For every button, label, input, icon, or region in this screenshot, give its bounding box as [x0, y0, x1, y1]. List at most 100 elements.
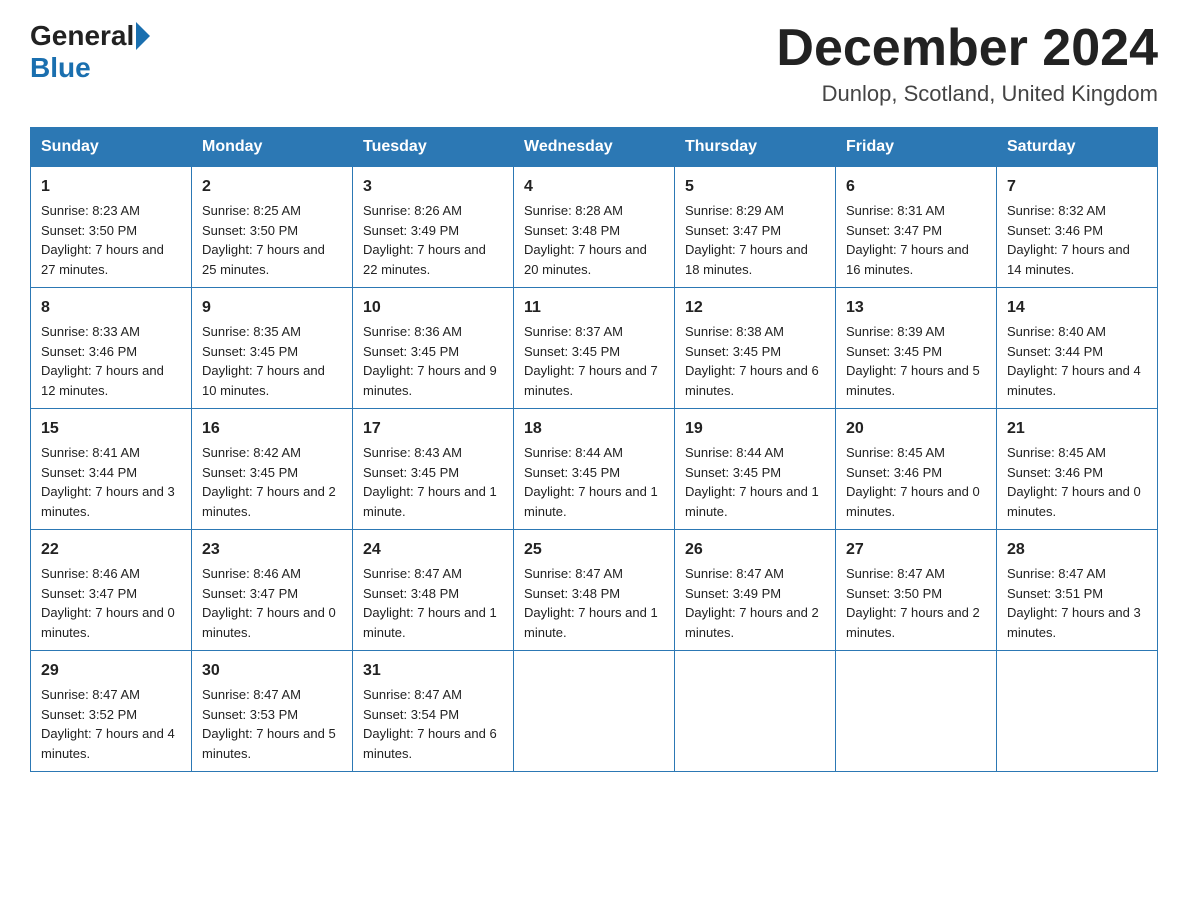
- day-info: Sunrise: 8:47 AMSunset: 3:48 PMDaylight:…: [363, 564, 503, 642]
- calendar-cell: 16Sunrise: 8:42 AMSunset: 3:45 PMDayligh…: [192, 409, 353, 530]
- day-info: Sunrise: 8:32 AMSunset: 3:46 PMDaylight:…: [1007, 201, 1147, 279]
- calendar-cell: 10Sunrise: 8:36 AMSunset: 3:45 PMDayligh…: [353, 288, 514, 409]
- calendar-cell: 24Sunrise: 8:47 AMSunset: 3:48 PMDayligh…: [353, 530, 514, 651]
- col-header-wednesday: Wednesday: [514, 128, 675, 167]
- calendar-cell: 5Sunrise: 8:29 AMSunset: 3:47 PMDaylight…: [675, 167, 836, 288]
- col-header-tuesday: Tuesday: [353, 128, 514, 167]
- day-number: 16: [202, 417, 342, 441]
- calendar-cell: 30Sunrise: 8:47 AMSunset: 3:53 PMDayligh…: [192, 651, 353, 772]
- day-info: Sunrise: 8:31 AMSunset: 3:47 PMDaylight:…: [846, 201, 986, 279]
- calendar-cell: 26Sunrise: 8:47 AMSunset: 3:49 PMDayligh…: [675, 530, 836, 651]
- calendar-cell: [514, 651, 675, 772]
- title-area: December 2024 Dunlop, Scotland, United K…: [776, 20, 1158, 107]
- calendar-header-row: SundayMondayTuesdayWednesdayThursdayFrid…: [31, 128, 1158, 167]
- day-info: Sunrise: 8:36 AMSunset: 3:45 PMDaylight:…: [363, 322, 503, 400]
- day-number: 1: [41, 175, 181, 199]
- calendar-cell: 12Sunrise: 8:38 AMSunset: 3:45 PMDayligh…: [675, 288, 836, 409]
- calendar-cell: 25Sunrise: 8:47 AMSunset: 3:48 PMDayligh…: [514, 530, 675, 651]
- day-info: Sunrise: 8:44 AMSunset: 3:45 PMDaylight:…: [524, 443, 664, 521]
- calendar-cell: 4Sunrise: 8:28 AMSunset: 3:48 PMDaylight…: [514, 167, 675, 288]
- day-number: 21: [1007, 417, 1147, 441]
- day-number: 17: [363, 417, 503, 441]
- calendar-cell: 22Sunrise: 8:46 AMSunset: 3:47 PMDayligh…: [31, 530, 192, 651]
- day-number: 12: [685, 296, 825, 320]
- calendar-cell: 11Sunrise: 8:37 AMSunset: 3:45 PMDayligh…: [514, 288, 675, 409]
- calendar-cell: 6Sunrise: 8:31 AMSunset: 3:47 PMDaylight…: [836, 167, 997, 288]
- week-row-4: 22Sunrise: 8:46 AMSunset: 3:47 PMDayligh…: [31, 530, 1158, 651]
- day-number: 8: [41, 296, 181, 320]
- calendar-cell: 23Sunrise: 8:46 AMSunset: 3:47 PMDayligh…: [192, 530, 353, 651]
- col-header-monday: Monday: [192, 128, 353, 167]
- day-number: 26: [685, 538, 825, 562]
- calendar-cell: [997, 651, 1158, 772]
- col-header-saturday: Saturday: [997, 128, 1158, 167]
- day-number: 31: [363, 659, 503, 683]
- day-info: Sunrise: 8:23 AMSunset: 3:50 PMDaylight:…: [41, 201, 181, 279]
- day-number: 23: [202, 538, 342, 562]
- calendar-cell: 8Sunrise: 8:33 AMSunset: 3:46 PMDaylight…: [31, 288, 192, 409]
- day-number: 15: [41, 417, 181, 441]
- day-number: 27: [846, 538, 986, 562]
- day-number: 11: [524, 296, 664, 320]
- day-info: Sunrise: 8:46 AMSunset: 3:47 PMDaylight:…: [41, 564, 181, 642]
- day-info: Sunrise: 8:38 AMSunset: 3:45 PMDaylight:…: [685, 322, 825, 400]
- logo-arrow-icon: [136, 22, 150, 50]
- day-info: Sunrise: 8:43 AMSunset: 3:45 PMDaylight:…: [363, 443, 503, 521]
- day-number: 24: [363, 538, 503, 562]
- day-info: Sunrise: 8:26 AMSunset: 3:49 PMDaylight:…: [363, 201, 503, 279]
- day-number: 3: [363, 175, 503, 199]
- day-number: 25: [524, 538, 664, 562]
- page-header: General Blue December 2024 Dunlop, Scotl…: [30, 20, 1158, 107]
- day-number: 30: [202, 659, 342, 683]
- day-info: Sunrise: 8:47 AMSunset: 3:50 PMDaylight:…: [846, 564, 986, 642]
- week-row-2: 8Sunrise: 8:33 AMSunset: 3:46 PMDaylight…: [31, 288, 1158, 409]
- day-number: 29: [41, 659, 181, 683]
- day-number: 6: [846, 175, 986, 199]
- day-number: 13: [846, 296, 986, 320]
- calendar-table: SundayMondayTuesdayWednesdayThursdayFrid…: [30, 127, 1158, 772]
- calendar-cell: 3Sunrise: 8:26 AMSunset: 3:49 PMDaylight…: [353, 167, 514, 288]
- day-number: 2: [202, 175, 342, 199]
- col-header-friday: Friday: [836, 128, 997, 167]
- day-number: 20: [846, 417, 986, 441]
- day-info: Sunrise: 8:37 AMSunset: 3:45 PMDaylight:…: [524, 322, 664, 400]
- calendar-cell: 2Sunrise: 8:25 AMSunset: 3:50 PMDaylight…: [192, 167, 353, 288]
- day-info: Sunrise: 8:47 AMSunset: 3:51 PMDaylight:…: [1007, 564, 1147, 642]
- week-row-5: 29Sunrise: 8:47 AMSunset: 3:52 PMDayligh…: [31, 651, 1158, 772]
- day-number: 28: [1007, 538, 1147, 562]
- calendar-cell: 9Sunrise: 8:35 AMSunset: 3:45 PMDaylight…: [192, 288, 353, 409]
- calendar-cell: 1Sunrise: 8:23 AMSunset: 3:50 PMDaylight…: [31, 167, 192, 288]
- day-number: 7: [1007, 175, 1147, 199]
- logo-blue-text: Blue: [30, 52, 91, 84]
- day-info: Sunrise: 8:33 AMSunset: 3:46 PMDaylight:…: [41, 322, 181, 400]
- calendar-cell: 19Sunrise: 8:44 AMSunset: 3:45 PMDayligh…: [675, 409, 836, 530]
- day-info: Sunrise: 8:47 AMSunset: 3:48 PMDaylight:…: [524, 564, 664, 642]
- day-number: 4: [524, 175, 664, 199]
- calendar-cell: 13Sunrise: 8:39 AMSunset: 3:45 PMDayligh…: [836, 288, 997, 409]
- day-number: 18: [524, 417, 664, 441]
- calendar-cell: 29Sunrise: 8:47 AMSunset: 3:52 PMDayligh…: [31, 651, 192, 772]
- week-row-3: 15Sunrise: 8:41 AMSunset: 3:44 PMDayligh…: [31, 409, 1158, 530]
- calendar-cell: 28Sunrise: 8:47 AMSunset: 3:51 PMDayligh…: [997, 530, 1158, 651]
- day-info: Sunrise: 8:42 AMSunset: 3:45 PMDaylight:…: [202, 443, 342, 521]
- logo-general-text: General: [30, 20, 134, 52]
- day-number: 9: [202, 296, 342, 320]
- day-info: Sunrise: 8:35 AMSunset: 3:45 PMDaylight:…: [202, 322, 342, 400]
- day-info: Sunrise: 8:29 AMSunset: 3:47 PMDaylight:…: [685, 201, 825, 279]
- col-header-sunday: Sunday: [31, 128, 192, 167]
- day-info: Sunrise: 8:47 AMSunset: 3:52 PMDaylight:…: [41, 685, 181, 763]
- calendar-cell: 20Sunrise: 8:45 AMSunset: 3:46 PMDayligh…: [836, 409, 997, 530]
- day-info: Sunrise: 8:45 AMSunset: 3:46 PMDaylight:…: [846, 443, 986, 521]
- calendar-cell: 17Sunrise: 8:43 AMSunset: 3:45 PMDayligh…: [353, 409, 514, 530]
- calendar-cell: 21Sunrise: 8:45 AMSunset: 3:46 PMDayligh…: [997, 409, 1158, 530]
- calendar-cell: 7Sunrise: 8:32 AMSunset: 3:46 PMDaylight…: [997, 167, 1158, 288]
- calendar-cell: [675, 651, 836, 772]
- calendar-cell: 15Sunrise: 8:41 AMSunset: 3:44 PMDayligh…: [31, 409, 192, 530]
- day-info: Sunrise: 8:44 AMSunset: 3:45 PMDaylight:…: [685, 443, 825, 521]
- day-info: Sunrise: 8:45 AMSunset: 3:46 PMDaylight:…: [1007, 443, 1147, 521]
- day-info: Sunrise: 8:47 AMSunset: 3:49 PMDaylight:…: [685, 564, 825, 642]
- day-number: 14: [1007, 296, 1147, 320]
- day-info: Sunrise: 8:46 AMSunset: 3:47 PMDaylight:…: [202, 564, 342, 642]
- logo: General: [30, 20, 152, 52]
- day-number: 5: [685, 175, 825, 199]
